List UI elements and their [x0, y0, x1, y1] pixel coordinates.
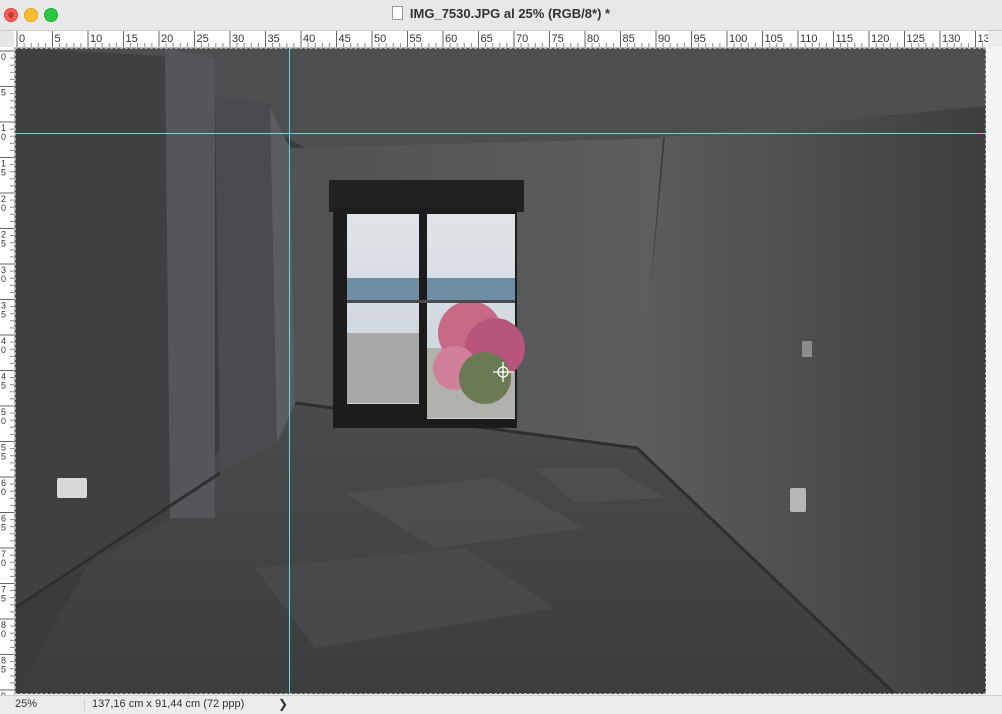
ruler-label: 75 [552, 33, 564, 45]
ruler-label: 115 [836, 33, 854, 45]
ruler-label: 13 [978, 33, 989, 45]
ruler-label: 95 [694, 33, 706, 45]
ruler-label: 130 [942, 33, 960, 45]
status-divider [84, 698, 85, 711]
ruler-label: 25 [197, 33, 209, 45]
ruler-label: 0 [1, 345, 6, 355]
ruler-label: 120 [871, 33, 889, 45]
zoom-level[interactable]: 25% [15, 698, 37, 710]
ruler-label: 55 [410, 33, 422, 45]
ruler-label: 5 [1, 523, 6, 533]
ruler-label: 50 [374, 33, 386, 45]
image-canvas[interactable] [15, 48, 986, 694]
document-size-info: 137,16 cm x 91,44 cm (72 ppp) [92, 698, 245, 710]
ruler-label: 0 [1, 274, 6, 284]
ruler-label: 20 [161, 33, 173, 45]
ruler-origin[interactable] [0, 31, 15, 48]
ruler-label: 40 [303, 33, 315, 45]
ruler-label: 5 [1, 665, 6, 675]
ruler-label: 35 [268, 33, 280, 45]
ruler-label: 45 [339, 33, 351, 45]
ruler-label: 90 [658, 33, 670, 45]
ruler-label: 5 [1, 594, 6, 604]
status-bar: 25% 137,16 cm x 91,44 cm (72 ppp) ❯ [0, 695, 1002, 714]
window-title-container: IMG_7530.JPG al 25% (RGB/8*) * [0, 6, 1002, 21]
ruler-label: 0 [1, 52, 6, 62]
ruler-label: 0 [1, 487, 6, 497]
window-title: IMG_7530.JPG al 25% (RGB/8*) * [409, 6, 611, 21]
ruler-label: 5 [1, 239, 6, 249]
ruler-label: 5 [1, 310, 6, 320]
ruler-label: 5 [1, 381, 6, 391]
horizontal-ruler-ticks: 0 5 10 15 20 25 30 35 40 45 50 55 60 65 70 75 80 85 90 95 10… [16, 31, 990, 47]
status-menu-arrow[interactable]: ❯ [278, 697, 288, 711]
title-bar: IMG_7530.JPG al 25% (RGB/8*) * [0, 0, 1002, 31]
ruler-label: 80 [587, 33, 599, 45]
ruler-label: 10 [90, 33, 102, 45]
ruler-label: 110 [800, 33, 818, 45]
ruler-label: 0 [1, 203, 6, 213]
ruler-label: 5 [55, 33, 61, 45]
ruler-label: 0 [1, 629, 6, 639]
ruler-label: 125 [907, 33, 925, 45]
vertical-scrollbar[interactable] [986, 47, 1002, 695]
ruler-label: 60 [445, 33, 457, 45]
ruler-label: 105 [765, 33, 783, 45]
ruler-label: 0 [19, 33, 25, 45]
ruler-label: 15 [126, 33, 138, 45]
crosshair-move-icon [493, 362, 513, 382]
ruler-label: 85 [623, 33, 635, 45]
ruler-label: 70 [516, 33, 528, 45]
ruler-label: 0 [1, 558, 6, 568]
ruler-label: 65 [481, 33, 493, 45]
ruler-label: 0 [1, 132, 6, 142]
ruler-label: 100 [729, 33, 747, 45]
ruler-label: 5 [1, 88, 6, 98]
horizontal-ruler[interactable]: 0 5 10 15 20 25 30 35 40 45 50 55 60 65 70 75 80 85 90 95 10… [14, 31, 990, 48]
ruler-label: 5 [1, 452, 6, 462]
ruler-label: 30 [232, 33, 244, 45]
document-icon [391, 6, 403, 20]
ruler-label: 0 [1, 416, 6, 426]
vertical-ruler[interactable]: 05101520253035404550556065707580859 [0, 47, 15, 701]
ruler-label: 5 [1, 168, 6, 178]
vertical-ruler-ticks: 05101520253035404550556065707580859 [0, 50, 14, 701]
